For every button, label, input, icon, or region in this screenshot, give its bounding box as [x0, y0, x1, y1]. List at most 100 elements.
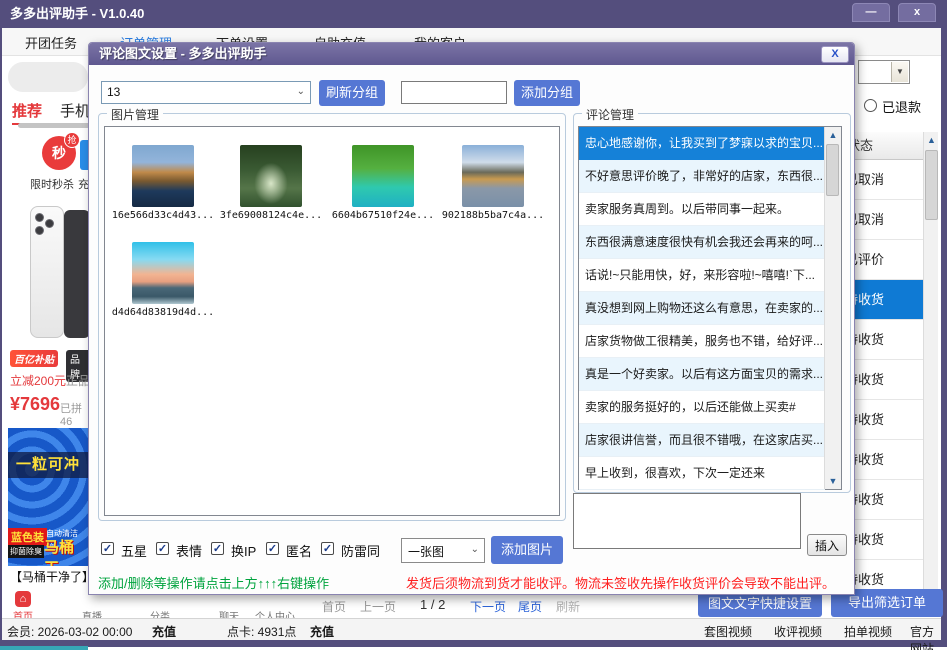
- points-recharge-link[interactable]: 充值: [310, 623, 334, 640]
- checkbox-anonymous-label[interactable]: 匿名: [286, 541, 312, 560]
- thumbnail-name-1: 16e566d33c4d43...: [108, 210, 218, 221]
- page-prev[interactable]: 上一页: [360, 598, 396, 615]
- status-bar: 会员: 2026-03-02 00:00 充值 点卡: 4931点 充值 套图视…: [2, 618, 941, 640]
- add-group-button[interactable]: 添加分组: [514, 80, 580, 106]
- thumbnail-image-1[interactable]: [132, 145, 194, 207]
- image-list[interactable]: 16e566d33c4d43... 3fe69008124c4e... 6604…: [104, 126, 560, 516]
- scrollbar-thumb[interactable]: [826, 144, 839, 196]
- tab-phone[interactable]: 手机: [60, 100, 90, 121]
- tab-recommend[interactable]: 推荐: [12, 100, 42, 125]
- dialog-close-button[interactable]: X: [821, 46, 849, 63]
- member-expiry: 会员: 2026-03-02 00:00: [7, 623, 132, 640]
- window-border-left: [0, 28, 2, 647]
- window-border-right: [941, 28, 947, 647]
- thumbnail-image-4[interactable]: [462, 145, 524, 207]
- chevron-down-icon[interactable]: ⌄: [471, 544, 479, 555]
- comment-row[interactable]: 早上收到，很喜欢，下次一定还来: [579, 457, 825, 490]
- product-price: ¥7696: [10, 394, 60, 415]
- cleaner-overlay-text: 一粒可冲: [16, 456, 80, 473]
- checkbox-anti-duplicate[interactable]: ✓: [321, 542, 334, 555]
- minimize-button[interactable]: —: [852, 3, 890, 22]
- taskbar-fragment: [0, 646, 88, 650]
- checkbox-change-ip-label[interactable]: 换IP: [231, 541, 256, 560]
- chevron-down-icon[interactable]: ⌄: [297, 86, 305, 97]
- comment-row[interactable]: 不好意思评价晚了，非常好的店家，东西很...: [579, 160, 825, 193]
- flash-sale-badge-text: 抢: [67, 135, 76, 145]
- page-refresh[interactable]: 刷新: [556, 598, 580, 615]
- comment-row[interactable]: 话说!~只能用快，好，来形容啦!~嘻嘻!`下...: [579, 259, 825, 292]
- comment-management-group: 评论管理 忠心地感谢你，让我买到了梦寐以求的宝贝... 不好意思评价晚了，非常好…: [573, 113, 851, 493]
- comment-row[interactable]: 卖家的服务挺好的，以后还能做上买卖#: [579, 391, 825, 424]
- comment-row-selected[interactable]: 忠心地感谢你，让我买到了梦寐以求的宝贝...: [579, 127, 825, 160]
- comment-row[interactable]: 东西很满意速度很快有机会我还会再来的呵...: [579, 226, 825, 259]
- link-tutorial-images[interactable]: 套图视频: [704, 623, 752, 640]
- comment-row[interactable]: 真是一个好卖家。以后有这方面宝贝的需求...: [579, 358, 825, 391]
- thumbnail-image-5[interactable]: [132, 242, 194, 304]
- comment-row[interactable]: 店家很讲信誉，而且很不错哦，在这家店买...: [579, 424, 825, 457]
- checkbox-anonymous[interactable]: ✓: [266, 542, 279, 555]
- comment-row[interactable]: 真没想到网上购物还这么有意思，在卖家的...: [579, 292, 825, 325]
- group-select[interactable]: 13 ⌄: [101, 81, 311, 104]
- new-comment-textarea[interactable]: [573, 493, 801, 549]
- comment-settings-dialog: 评论图文设置 - 多多出评助手 X 13 ⌄ 刷新分组 添加分组 图片管理 16…: [88, 42, 855, 595]
- menu-item-group-task[interactable]: 开团任务: [25, 33, 77, 52]
- close-button[interactable]: x: [898, 3, 936, 22]
- image-count-select[interactable]: 一张图 ⌄: [401, 538, 485, 563]
- checkbox-emoji[interactable]: ✓: [156, 542, 169, 555]
- window-title: 多多出评助手 - V1.0.40: [10, 6, 144, 21]
- dialog-titlebar[interactable]: 评论图文设置 - 多多出评助手: [89, 43, 854, 65]
- comment-list[interactable]: 忠心地感谢你，让我买到了梦寐以求的宝贝... 不好意思评价晚了，非常好的店家，东…: [578, 126, 842, 490]
- thumbnail-image-3[interactable]: [352, 145, 414, 207]
- checkbox-anti-duplicate-label[interactable]: 防雷同: [341, 541, 380, 560]
- checkbox-five-star[interactable]: ✓: [101, 542, 114, 555]
- image-count-value: 一张图: [408, 543, 444, 560]
- thumbnail-image-2[interactable]: [240, 145, 302, 207]
- combo-arrow-icon[interactable]: ▼: [891, 62, 908, 82]
- new-group-input[interactable]: [401, 81, 507, 104]
- cleaner-title[interactable]: 【马桶干净了】: [10, 568, 94, 585]
- scroll-down-icon[interactable]: ▼: [825, 476, 841, 486]
- refund-radio[interactable]: [864, 99, 877, 112]
- product-card-phone[interactable]: 百亿补贴 品牌 A 立减200元 正品 ¥7696 已拼46: [8, 200, 92, 425]
- checkbox-five-star-label[interactable]: 五星: [121, 541, 147, 560]
- page-indicator: 1 / 2: [420, 597, 445, 612]
- window-border-bottom: [0, 640, 947, 647]
- promo-text: 立减200元: [10, 372, 66, 389]
- scroll-up-icon[interactable]: ▲: [924, 135, 939, 145]
- link-tutorial-order[interactable]: 拍单视频: [844, 623, 892, 640]
- home-icon[interactable]: ⌂: [15, 591, 31, 607]
- page-last[interactable]: 尾页: [518, 598, 542, 615]
- scrollbar-thumb[interactable]: [925, 150, 938, 220]
- page-first[interactable]: 首页: [322, 598, 346, 615]
- member-recharge-link[interactable]: 充值: [152, 623, 176, 640]
- comment-row[interactable]: 卖家服务真周到。以后带同事一起来。: [579, 193, 825, 226]
- comment-row[interactable]: 店家货物做工很精美，服务也不错，给好评...: [579, 325, 825, 358]
- add-image-button[interactable]: 添加图片: [491, 536, 563, 564]
- checkbox-emoji-label[interactable]: 表情: [176, 541, 202, 560]
- filter-combobox[interactable]: ▼: [858, 60, 910, 84]
- thumbnail-name-4: 902188b5ba7c4a...: [438, 210, 548, 221]
- flash-sale-badge-icon: 抢: [64, 132, 80, 148]
- image-group-title: 图片管理: [107, 106, 163, 123]
- link-official-site[interactable]: 官方网站: [910, 623, 941, 650]
- status-table-scrollbar[interactable]: ▲: [923, 132, 938, 590]
- product-image-phone-dark: [64, 210, 90, 338]
- minimize-icon: —: [866, 6, 877, 18]
- comment-list-scrollbar[interactable]: ▲ ▼: [824, 127, 841, 489]
- insert-button[interactable]: 插入: [807, 534, 847, 556]
- scroll-up-icon[interactable]: ▲: [825, 130, 841, 140]
- dialog-title: 评论图文设置 - 多多出评助手: [99, 46, 267, 61]
- phone-search-bar[interactable]: [8, 62, 88, 92]
- hint-warning: 发货后须物流到货才能收评。物流未签收先操作收货评价会导致不能出评。: [406, 573, 835, 592]
- hint-operations: 添加/删除等操作请点击上方↑↑↑右键操作: [98, 573, 329, 592]
- image-management-group: 图片管理 16e566d33c4d43... 3fe69008124c4e...…: [98, 113, 566, 521]
- cleaner-tag-pack: 蓝色装: [8, 528, 47, 546]
- window-titlebar[interactable]: 多多出评助手 - V1.0.40: [0, 0, 947, 28]
- refund-radio-label[interactable]: 已退款: [882, 97, 921, 116]
- page-next[interactable]: 下一页: [470, 598, 506, 615]
- refresh-group-button[interactable]: 刷新分组: [319, 80, 385, 106]
- link-tutorial-review[interactable]: 收评视频: [774, 623, 822, 640]
- checkbox-change-ip[interactable]: ✓: [211, 542, 224, 555]
- flash-sale-label[interactable]: 限时秒杀: [30, 176, 74, 192]
- product-image-cleaner[interactable]: 一粒可冲 蓝色装 自动清洁 马 抑菌除臭 马桶干: [8, 428, 88, 566]
